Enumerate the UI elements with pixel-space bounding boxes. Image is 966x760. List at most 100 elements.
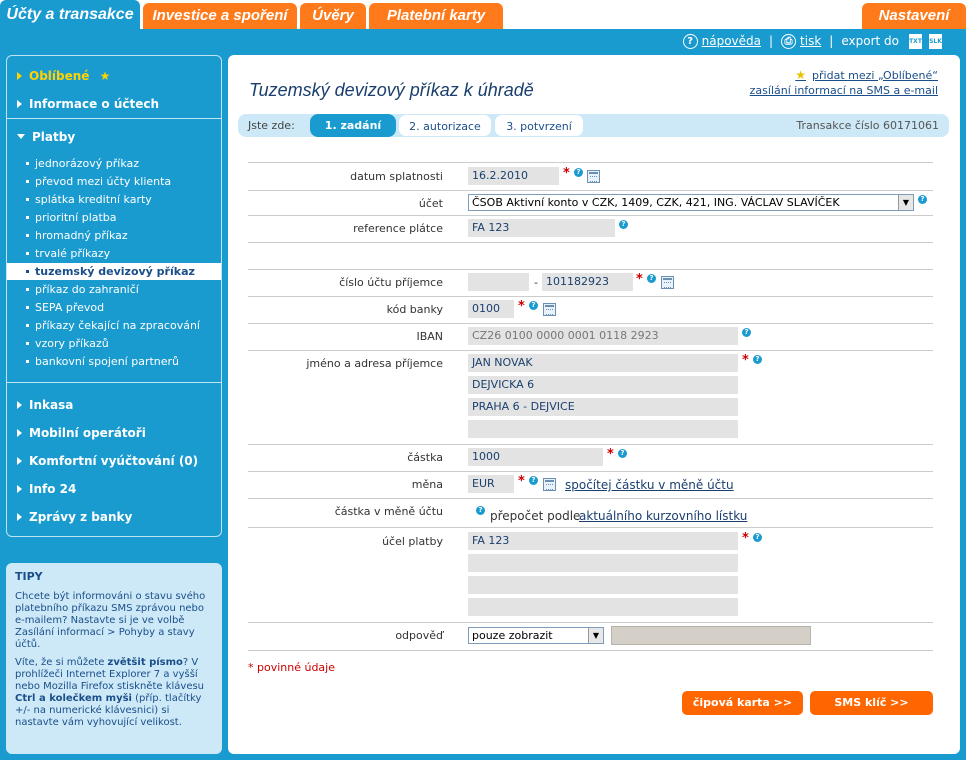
sidebar-subitem[interactable]: prioritní platba xyxy=(26,211,117,224)
sidebar-subitem[interactable]: SEPA převod xyxy=(26,301,104,314)
help-icon[interactable]: ? xyxy=(574,168,583,177)
purpose-line-4[interactable] xyxy=(468,598,738,616)
recipient-name-line-4[interactable] xyxy=(468,420,738,438)
payer-reference-field[interactable]: FA 123 xyxy=(468,219,615,237)
export-txt-icon[interactable]: TXT xyxy=(909,33,922,49)
sidebar-subitem-label: příkaz do zahraničí xyxy=(35,283,139,296)
export-slk-icon[interactable]: SLK xyxy=(929,33,942,49)
recipient-prefix-field[interactable] xyxy=(468,273,529,291)
sidebar-subitem[interactable]: trvalé příkazy xyxy=(26,247,110,260)
help-icon[interactable]: ? xyxy=(647,274,656,283)
bank-code-field[interactable]: 0100 xyxy=(468,300,514,318)
tab-loans[interactable]: Úvěry xyxy=(300,3,366,29)
sidebar-item-account-info[interactable]: Informace o účtech xyxy=(17,97,159,111)
sidebar: Oblíbené ★ Informace o účtech Platby jed… xyxy=(6,55,222,537)
sidebar-item-info24[interactable]: Info 24 xyxy=(17,482,76,496)
row-divider xyxy=(248,190,933,191)
row-divider xyxy=(248,296,933,297)
tab-investments-savings[interactable]: Investice a spoření xyxy=(143,3,297,29)
bank-list-icon[interactable] xyxy=(543,303,556,316)
help-icon[interactable]: ? xyxy=(619,220,628,229)
currency-field[interactable]: EUR xyxy=(468,475,514,493)
calendar-icon[interactable] xyxy=(587,170,600,183)
help-icon[interactable]: ? xyxy=(918,195,927,204)
account-value: ČSOB Aktivní konto v CZK, 1409, CZK, 421… xyxy=(472,196,840,209)
purpose-line-2[interactable] xyxy=(468,554,738,572)
chevron-down-icon: ▼ xyxy=(588,628,603,643)
required-marker: * xyxy=(607,447,614,462)
bullet-icon xyxy=(26,287,29,291)
required-marker: * xyxy=(518,474,525,489)
address-book-icon[interactable] xyxy=(661,276,674,289)
recipient-account-field[interactable]: 101182923 xyxy=(542,273,633,291)
help-icon[interactable]: ? xyxy=(529,301,538,310)
help-icon: ? xyxy=(682,33,698,49)
account-select[interactable]: ČSOB Aktivní konto v CZK, 1409, CZK, 421… xyxy=(468,194,914,211)
purpose-line-1[interactable]: FA 123 xyxy=(468,532,738,550)
currency-list-icon[interactable] xyxy=(543,478,556,491)
due-date-field[interactable]: 16.2.2010 xyxy=(468,167,559,185)
bullet-icon xyxy=(26,269,29,273)
triangle-right-icon xyxy=(17,71,22,80)
response-select[interactable]: pouze zobrazit ▼ xyxy=(468,627,604,644)
calculate-amount-link[interactable]: spočítej částku v měně účtu xyxy=(565,478,734,492)
response-contact-field xyxy=(611,626,811,645)
help-icon[interactable]: ? xyxy=(753,355,762,364)
sidebar-subitem[interactable]: vzory příkazů xyxy=(26,337,109,350)
chevron-down-icon: ▼ xyxy=(898,195,913,210)
sms-email-link[interactable]: zasílání informací na SMS a e-mail xyxy=(750,84,938,97)
sidebar-subitem[interactable]: jednorázový příkaz xyxy=(26,157,139,170)
sidebar-subitem-label: trvalé příkazy xyxy=(35,247,111,260)
separator: - xyxy=(534,276,538,289)
help-icon[interactable]: ? xyxy=(753,533,762,542)
top-nav: Účty a transakce Investice a spoření Úvě… xyxy=(0,0,966,29)
sidebar-subitem-label: příkazy čekající na zpracování xyxy=(35,319,200,332)
sidebar-item-payments[interactable]: Platby xyxy=(17,130,75,144)
help-link[interactable]: nápověda xyxy=(702,34,761,48)
tips-paragraph: Chcete být informováni o stavu svého pla… xyxy=(15,591,206,650)
sidebar-subitem[interactable]: splátka kreditní karty xyxy=(26,193,152,206)
recipient-name-line-2[interactable]: DEJVICKA 6 xyxy=(468,376,738,394)
sidebar-item-comfort-billing[interactable]: Komfortní vyúčtování (0) xyxy=(17,454,198,468)
recipient-name-line-1[interactable]: JAN NOVAK xyxy=(468,354,738,372)
help-icon[interactable]: ? xyxy=(742,328,751,337)
exchange-rate-link[interactable]: aktuálního kurzovního lístku xyxy=(579,509,747,523)
help-icon[interactable]: ? xyxy=(476,506,485,515)
purpose-line-3[interactable] xyxy=(468,576,738,594)
row-divider xyxy=(248,622,933,623)
sidebar-subitem[interactable]: bankovní spojení partnerů xyxy=(26,355,179,368)
sidebar-item-favorites[interactable]: Oblíbené ★ xyxy=(17,69,110,83)
sidebar-item-collections[interactable]: Inkasa xyxy=(17,398,73,412)
sidebar-subitem[interactable]: příkazy čekající na zpracování xyxy=(26,319,200,332)
chip-card-button[interactable]: čipová karta >> xyxy=(682,691,803,715)
sidebar-subitem[interactable]: příkaz do zahraničí xyxy=(26,283,139,296)
help-icon[interactable]: ? xyxy=(618,449,627,458)
sms-key-button[interactable]: SMS klíč >> xyxy=(810,691,933,715)
triangle-right-icon xyxy=(17,400,22,409)
help-icon[interactable]: ? xyxy=(529,476,538,485)
recipient-name-label: jméno a adresa příjemce xyxy=(306,357,443,370)
sidebar-subitem[interactable]: hromadný příkaz xyxy=(26,229,128,242)
tab-settings[interactable]: Nastavení xyxy=(862,3,966,29)
add-favorite-link[interactable]: ★ přidat mezi „Oblíbené“ xyxy=(795,68,938,82)
amount-field[interactable]: 1000 xyxy=(468,448,603,466)
sidebar-item-bank-messages[interactable]: Zprávy z banky xyxy=(17,510,132,524)
print-link[interactable]: tisk xyxy=(800,34,821,48)
row-divider xyxy=(248,242,933,243)
separator: | xyxy=(769,34,774,48)
sidebar-subitem-label: SEPA převod xyxy=(35,301,105,314)
sidebar-item-mobile-operators[interactable]: Mobilní operátoři xyxy=(17,426,146,440)
tab-payment-cards[interactable]: Platební karty xyxy=(369,3,503,29)
sidebar-subitem[interactable]: převod mezi účty klienta xyxy=(26,175,171,188)
sidebar-subitem-active[interactable]: tuzemský devizový příkaz xyxy=(7,263,221,280)
recipient-name-line-3[interactable]: PRAHA 6 - DEJVICE xyxy=(468,398,738,416)
bullet-icon xyxy=(26,251,29,255)
tab-accounts-transactions[interactable]: Účty a transakce xyxy=(0,0,140,29)
amount-label: částka xyxy=(407,451,443,464)
purpose-label: účel platby xyxy=(382,535,443,548)
required-marker: * xyxy=(636,272,643,287)
sidebar-item-label: Zprávy z banky xyxy=(29,510,133,524)
response-label: odpověď xyxy=(395,629,443,642)
toolbar: ? nápověda | ⎙ tisk | export do TXT SLK xyxy=(682,32,942,50)
bullet-icon xyxy=(26,179,29,183)
